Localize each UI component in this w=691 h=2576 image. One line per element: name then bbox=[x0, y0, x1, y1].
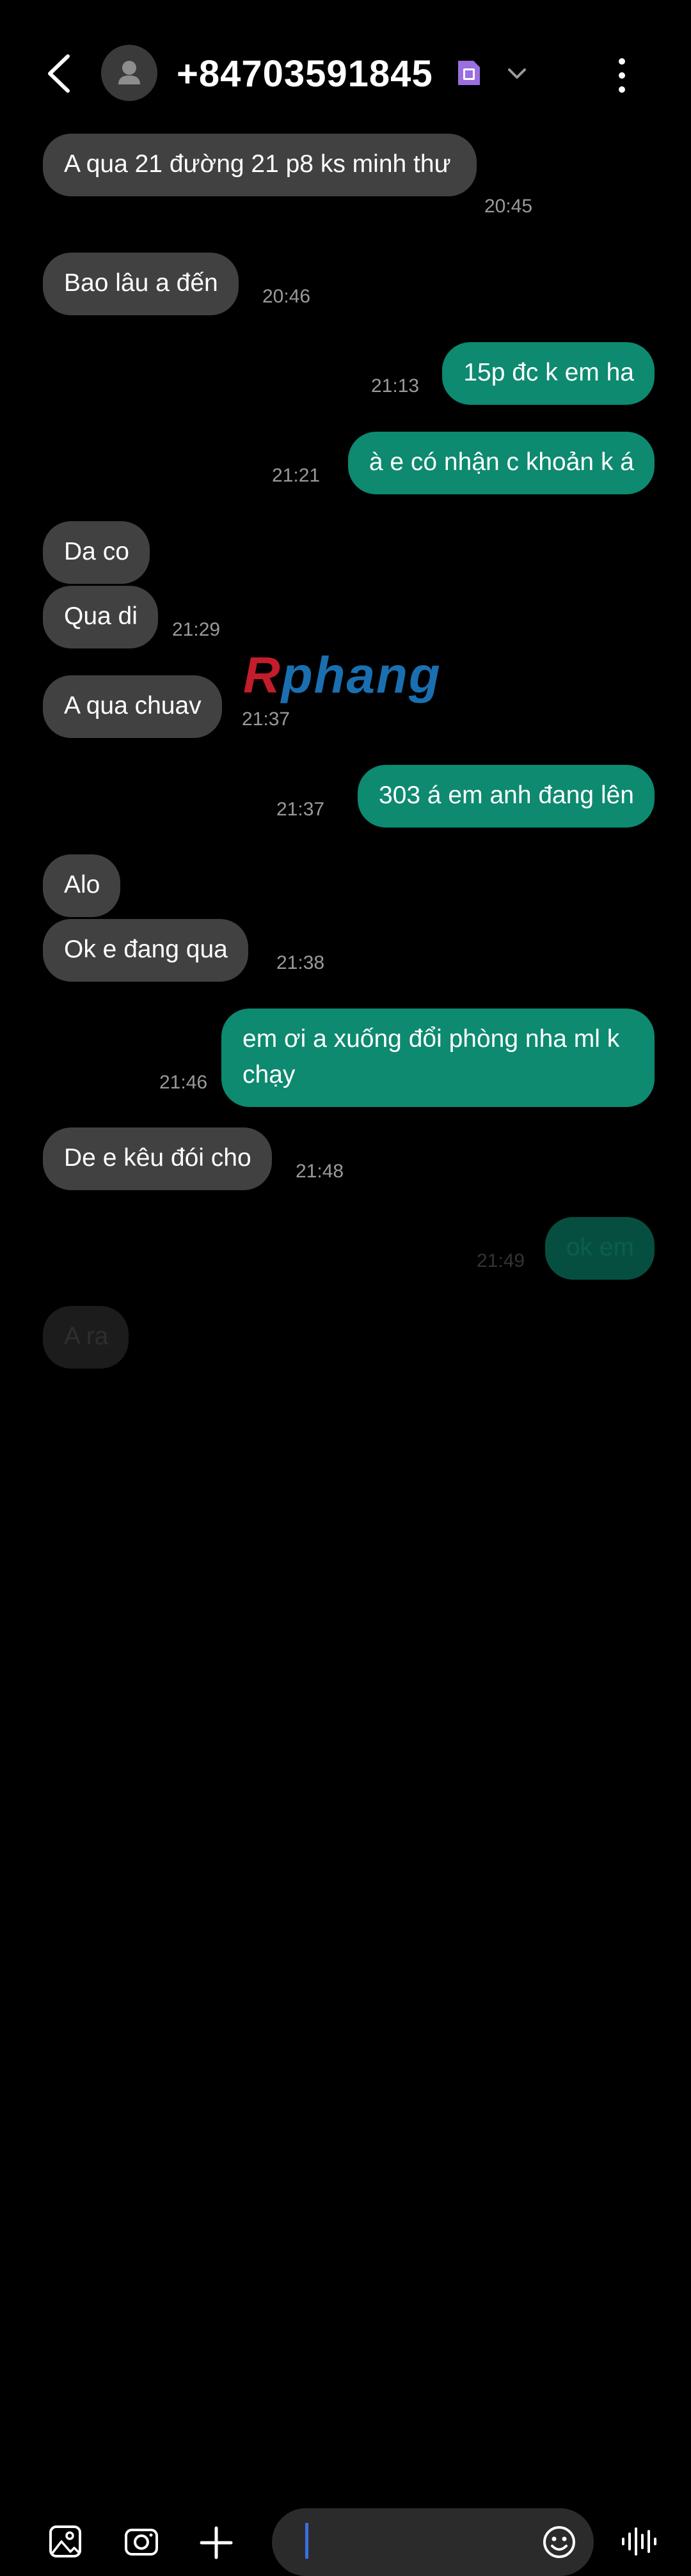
message-time: 21:46 bbox=[159, 1072, 208, 1093]
back-arrow-icon[interactable] bbox=[40, 51, 78, 96]
message-composer bbox=[0, 1247, 691, 2576]
watermark: Rphang bbox=[243, 647, 441, 703]
message-time: 21:37 bbox=[276, 799, 325, 820]
message-incoming[interactable]: Qua di bbox=[43, 586, 158, 648]
message-time: 21:37 bbox=[242, 709, 290, 730]
message-outgoing[interactable]: 303 á em anh đang lên bbox=[358, 765, 655, 828]
chevron-down-icon[interactable] bbox=[505, 64, 528, 83]
conversation-header: +84703591845 bbox=[0, 0, 691, 128]
message-incoming[interactable]: A qua chuav bbox=[43, 675, 222, 738]
text-cursor bbox=[305, 2523, 308, 2559]
contact-avatar-icon bbox=[118, 61, 140, 84]
message-time: 20:45 bbox=[484, 196, 533, 217]
message-outgoing[interactable]: à e có nhận c khoản k á bbox=[347, 432, 655, 494]
message-incoming[interactable]: Alo bbox=[43, 854, 121, 917]
message-time: 21:29 bbox=[172, 619, 221, 640]
message-incoming[interactable]: Bao lâu a đến bbox=[43, 253, 239, 315]
message-time: 21:13 bbox=[371, 375, 420, 397]
message-incoming[interactable]: A qua 21 đường 21 p8 ks minh thư bbox=[43, 134, 477, 196]
message-outgoing[interactable]: em ơi a xuống đổi phòng nha ml k chạy bbox=[221, 1009, 655, 1107]
message-time: 20:46 bbox=[262, 286, 311, 307]
message-time: 21:38 bbox=[276, 952, 325, 973]
message-incoming[interactable]: Da co bbox=[43, 521, 150, 584]
sim-card-icon bbox=[458, 61, 480, 85]
message-outgoing[interactable]: 15p đc k em ha bbox=[442, 342, 655, 405]
contact-number[interactable]: +84703591845 bbox=[177, 52, 433, 95]
message-incoming[interactable]: Ok e đang qua bbox=[43, 919, 248, 982]
message-incoming[interactable]: De e kêu đói cho bbox=[43, 1127, 272, 1190]
gallery-icon[interactable] bbox=[49, 2525, 82, 2558]
plus-icon[interactable] bbox=[200, 2526, 233, 2559]
message-time: 21:21 bbox=[272, 465, 321, 486]
more-options-icon[interactable] bbox=[613, 56, 631, 95]
voice-recorder-icon[interactable] bbox=[621, 2526, 658, 2557]
contact-avatar[interactable] bbox=[101, 45, 157, 101]
message-time: 21:48 bbox=[296, 1161, 344, 1182]
emoji-icon[interactable] bbox=[542, 2525, 576, 2559]
camera-icon[interactable] bbox=[124, 2526, 159, 2557]
